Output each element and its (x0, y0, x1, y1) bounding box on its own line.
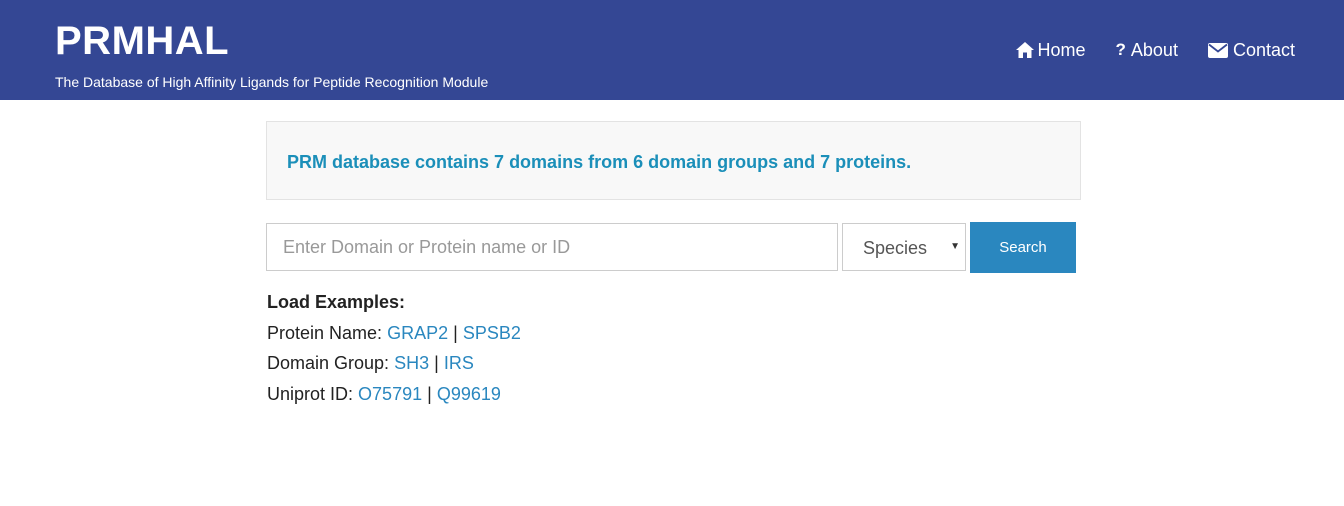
database-summary-panel: PRM database contains 7 domains from 6 d… (266, 121, 1081, 200)
nav-contact-label: Contact (1232, 40, 1295, 60)
example-link-spsb2[interactable]: SPSB2 (463, 323, 521, 343)
site-subtitle: The Database of High Affinity Ligands fo… (55, 74, 489, 90)
examples-heading: Load Examples: (267, 292, 406, 312)
envelope-icon (1207, 42, 1228, 58)
example-link-q99619[interactable]: Q99619 (437, 384, 501, 404)
search-input[interactable] (266, 223, 838, 271)
example-link-irs[interactable]: IRS (444, 353, 474, 373)
nav-about-label: About (1130, 40, 1178, 60)
main-nav: Home ? About Contact (986, 39, 1295, 61)
example-link-grap2[interactable]: GRAP2 (387, 323, 448, 343)
example-row-domain-group: Domain Group: SH3 | IRS (267, 348, 521, 379)
nav-home-label: Home (1037, 40, 1086, 60)
search-button[interactable]: Search (970, 222, 1076, 273)
nav-home[interactable]: Home (1015, 39, 1086, 61)
example-row-label: Domain Group: (267, 353, 390, 373)
nav-contact[interactable]: Contact (1207, 39, 1295, 61)
home-icon (1015, 42, 1034, 58)
load-examples: Load Examples: Protein Name: GRAP2 | SPS… (267, 287, 521, 409)
example-row-uniprot-id: Uniprot ID: O75791 | Q99619 (267, 379, 521, 410)
example-link-sh3[interactable]: SH3 (394, 353, 429, 373)
caret-down-icon: ▼ (950, 241, 960, 252)
nav-about[interactable]: ? About (1116, 39, 1178, 61)
example-separator: | (434, 353, 439, 373)
site-header: PRMHAL The Database of High Affinity Lig… (0, 0, 1344, 100)
species-select[interactable]: Species ▼ (842, 223, 966, 271)
example-separator: | (427, 383, 432, 404)
example-row-protein-name: Protein Name: GRAP2 | SPSB2 (267, 318, 521, 349)
example-row-label: Protein Name: (267, 322, 383, 343)
example-link-o75791[interactable]: O75791 (358, 384, 422, 404)
question-icon: ? (1115, 40, 1126, 59)
database-summary-text: PRM database contains 7 domains from 6 d… (287, 152, 912, 172)
site-title[interactable]: PRMHAL (55, 18, 229, 64)
example-separator: | (453, 322, 458, 343)
species-select-value: Species (863, 238, 928, 258)
example-row-label: Uniprot ID: (267, 383, 354, 404)
